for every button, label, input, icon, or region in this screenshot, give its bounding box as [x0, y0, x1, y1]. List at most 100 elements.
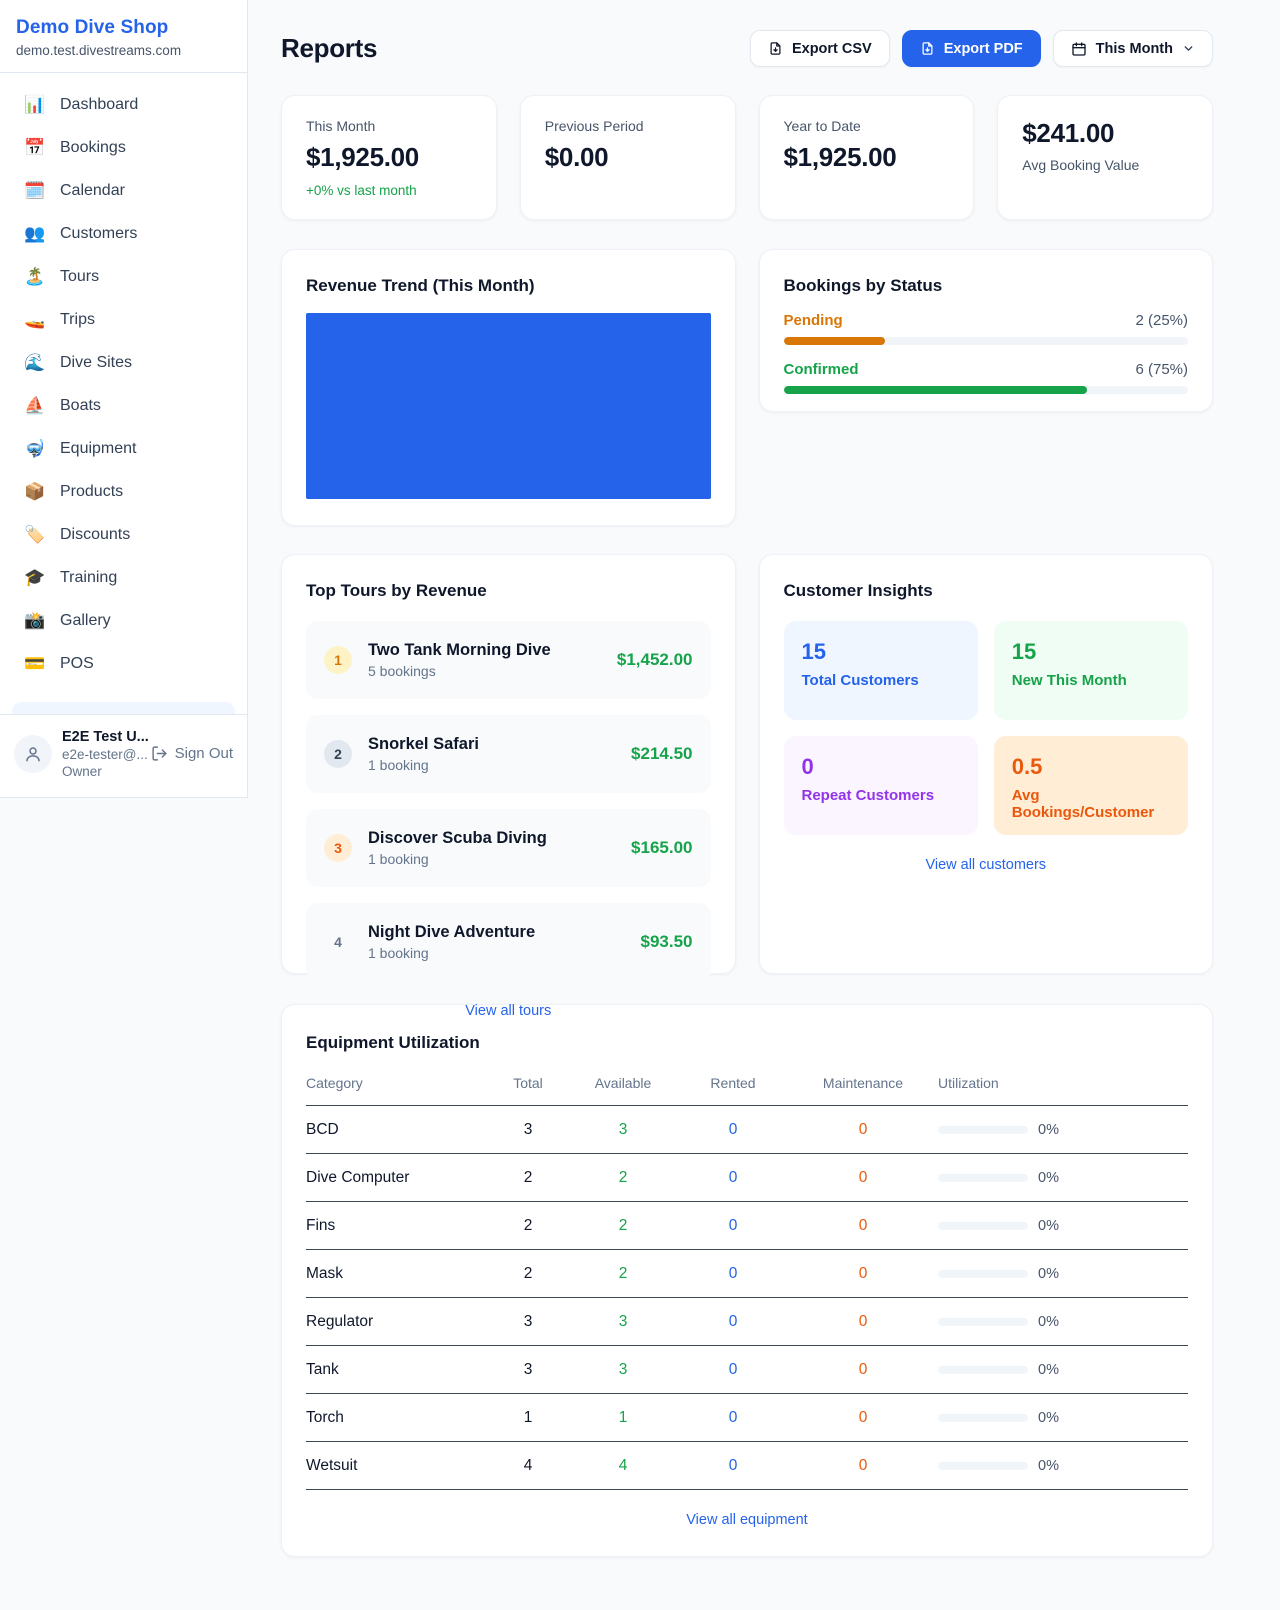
person-icon: [24, 745, 42, 763]
status-progress-track: [784, 337, 1189, 345]
sign-out-button[interactable]: Sign Out: [151, 745, 233, 762]
sidebar-item-boats[interactable]: ⛵Boats: [12, 386, 235, 426]
sidebar-item-gallery[interactable]: 📸Gallery: [12, 601, 235, 641]
file-download-icon: [920, 41, 935, 56]
sidebar-item-customers[interactable]: 👥Customers: [12, 214, 235, 254]
equipment-row: Regulator33000%: [306, 1298, 1188, 1346]
insight-value: 15: [802, 639, 960, 665]
equipment-maintenance: 0: [788, 1409, 938, 1427]
export-csv-button[interactable]: Export CSV: [750, 30, 890, 67]
equipment-row: Mask22000%: [306, 1250, 1188, 1298]
tour-revenue: $165.00: [631, 838, 692, 858]
stat-value: $1,925.00: [306, 142, 472, 173]
stat-label: Avg Booking Value: [1022, 157, 1188, 173]
calendar-icon: [1071, 41, 1087, 57]
utilization-bar: [938, 1414, 1028, 1422]
status-progress-fill: [784, 386, 1087, 394]
status-progress-fill: [784, 337, 885, 345]
stat-card-avg-booking-value: $241.00 Avg Booking Value: [997, 95, 1213, 220]
tour-bookings-count: 1 booking: [368, 945, 625, 961]
training-icon: 🎓: [24, 568, 46, 588]
period-dropdown[interactable]: This Month: [1053, 30, 1213, 67]
export-csv-label: Export CSV: [792, 41, 872, 57]
equipment-maintenance: 0: [788, 1313, 938, 1331]
sidebar-item-tours[interactable]: 🏝️Tours: [12, 257, 235, 297]
trips-icon: 🚤: [24, 310, 46, 330]
insight-tile-new-this-month: 15New This Month: [994, 621, 1188, 720]
products-icon: 📦: [24, 482, 46, 502]
utilization-percent: 0%: [1038, 1362, 1059, 1378]
insight-label: Total Customers: [802, 672, 960, 689]
equipment-available: 2: [568, 1169, 678, 1187]
column-header-category: Category: [306, 1075, 488, 1091]
equipment-utilization-title: Equipment Utilization: [306, 1033, 1188, 1053]
equipment-rented: 0: [678, 1457, 788, 1475]
view-all-customers-link[interactable]: View all customers: [784, 857, 1189, 873]
stat-card-year-to-date: Year to Date $1,925.00: [759, 95, 975, 220]
sidebar-item-discounts[interactable]: 🏷️ Discounts: [12, 515, 235, 555]
equipment-total: 2: [488, 1265, 568, 1283]
stat-cards-row: This Month $1,925.00 +0% vs last month P…: [281, 95, 1213, 220]
stat-card-this-month: This Month $1,925.00 +0% vs last month: [281, 95, 497, 220]
tour-name: Discover Scuba Diving: [368, 829, 615, 848]
equipment-maintenance: 0: [788, 1169, 938, 1187]
view-all-equipment-link[interactable]: View all equipment: [306, 1512, 1188, 1528]
equipment-maintenance: 0: [788, 1361, 938, 1379]
sidebar-item-label: Trips: [60, 311, 95, 329]
equipment-row: BCD33000%: [306, 1106, 1188, 1154]
insight-label: New This Month: [1012, 672, 1170, 689]
insight-value: 0: [802, 754, 960, 780]
stat-value: $1,925.00: [784, 142, 950, 173]
equipment-rented: 0: [678, 1121, 788, 1139]
equipment-available: 3: [568, 1121, 678, 1139]
page-title: Reports: [281, 33, 377, 64]
equipment-utilization-card: Equipment Utilization Category Total Ava…: [281, 1004, 1213, 1557]
insight-tile-avg-bookings-customer: 0.5Avg Bookings/Customer: [994, 736, 1188, 835]
utilization-bar: [938, 1318, 1028, 1326]
utilization-percent: 0%: [1038, 1314, 1059, 1330]
sidebar-item-calendar[interactable]: 🗓️Calendar: [12, 171, 235, 211]
insight-label: Repeat Customers: [802, 787, 960, 804]
column-header-available: Available: [568, 1075, 678, 1091]
tour-rank-badge: 2: [324, 740, 352, 768]
sidebar: Demo Dive Shop demo.test.divestreams.com…: [0, 0, 248, 798]
stat-label: This Month: [306, 118, 472, 134]
column-header-total: Total: [488, 1075, 568, 1091]
tour-revenue: $93.50: [641, 932, 693, 952]
sidebar-item-trips[interactable]: 🚤 Trips: [12, 300, 235, 340]
bookings-icon: 📅: [24, 138, 46, 158]
sign-out-icon: [151, 745, 168, 762]
equipment-table-header: Category Total Available Rented Maintena…: [306, 1075, 1188, 1106]
equipment-available: 2: [568, 1217, 678, 1235]
view-all-tours-link[interactable]: View all tours: [306, 1003, 711, 1019]
pos-icon: 💳: [24, 654, 46, 674]
utilization-bar: [938, 1270, 1028, 1278]
tour-row: 3Discover Scuba Diving1 booking$165.00: [306, 809, 711, 887]
tour-rank-badge: 3: [324, 834, 352, 862]
calendar-icon: 🗓️: [24, 181, 46, 201]
dashboard-icon: 📊: [24, 95, 46, 115]
sidebar-item-products[interactable]: 📦Products: [12, 472, 235, 512]
sidebar-item-dive-sites[interactable]: 🌊Dive Sites: [12, 343, 235, 383]
sidebar-item-label: Discounts: [60, 526, 130, 544]
discounts-icon: 🏷️: [24, 525, 46, 545]
export-pdf-label: Export PDF: [944, 41, 1023, 57]
sidebar-item-bookings[interactable]: 📅Bookings: [12, 128, 235, 168]
tour-revenue: $1,452.00: [617, 650, 693, 670]
sign-out-label: Sign Out: [175, 745, 233, 762]
utilization-bar: [938, 1462, 1028, 1470]
equipment-maintenance: 0: [788, 1265, 938, 1283]
sidebar-item-equipment[interactable]: 🤿Equipment: [12, 429, 235, 469]
equipment-category: Torch: [306, 1409, 488, 1427]
utilization-bar: [938, 1126, 1028, 1134]
sidebar-item-dashboard[interactable]: 📊Dashboard: [12, 85, 235, 125]
file-download-icon: [768, 41, 783, 56]
sidebar-item-training[interactable]: 🎓Training: [12, 558, 235, 598]
revenue-trend-title: Revenue Trend (This Month): [306, 276, 711, 296]
export-pdf-button[interactable]: Export PDF: [902, 30, 1041, 67]
equipment-rented: 0: [678, 1313, 788, 1331]
sidebar-item-label: Customers: [60, 225, 137, 243]
tour-name: Snorkel Safari: [368, 735, 615, 754]
sidebar-item-reports-partial[interactable]: [12, 702, 235, 714]
sidebar-item-pos[interactable]: 💳POS: [12, 644, 235, 684]
